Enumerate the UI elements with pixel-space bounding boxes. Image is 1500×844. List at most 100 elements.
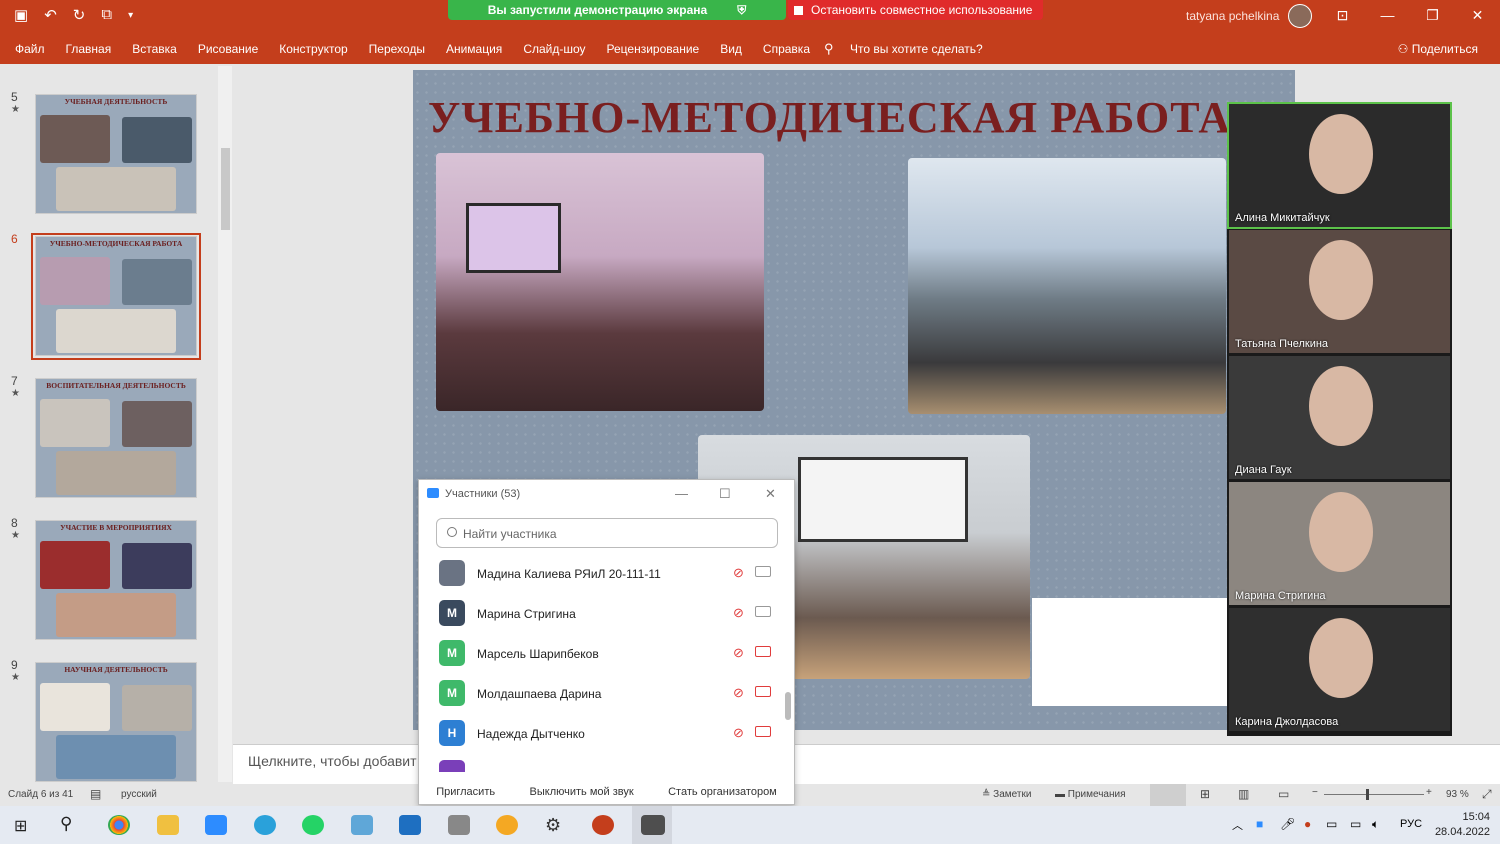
camera-off-icon[interactable] bbox=[755, 726, 771, 737]
participant-row-partial[interactable] bbox=[419, 754, 794, 772]
maximize-icon[interactable]: ☐ bbox=[719, 486, 731, 502]
participant-row[interactable]: Мадина Калиева РЯиЛ 20-111-11 ⊘ bbox=[419, 554, 794, 594]
slide-thumbnail[interactable]: ВОСПИТАТЕЛЬНАЯ ДЕЯТЕЛЬНОСТЬ bbox=[35, 378, 197, 498]
ribbon-tab[interactable]: Главная bbox=[66, 42, 112, 56]
classroom-photo-1[interactable] bbox=[436, 153, 764, 411]
windows-taskbar: ⊞ ⚲ ⚙ ︿ ■ 🎤︎ ● ▭ ▭ 🔈︎ РУС 15:04 28.04.20… bbox=[0, 806, 1500, 844]
ribbon-tab[interactable]: Файл bbox=[15, 42, 45, 56]
ribbon-tab[interactable]: Рисование bbox=[198, 42, 258, 56]
network-icon[interactable]: ▭ bbox=[1326, 817, 1337, 831]
invite-button[interactable]: Пригласить bbox=[436, 786, 495, 798]
clock[interactable]: 15:04 28.04.2022 bbox=[1435, 810, 1490, 840]
yandex-browser-icon[interactable] bbox=[496, 815, 518, 835]
slide-title[interactable]: УЧЕБНО-МЕТОДИЧЕСКАЯ РАБОТА bbox=[428, 92, 1231, 143]
ribbon-display-icon[interactable]: ⊡ bbox=[1320, 0, 1365, 30]
slideshow-icon[interactable]: ▭ bbox=[1278, 787, 1289, 801]
restore-icon[interactable]: ❐ bbox=[1410, 0, 1455, 30]
recording-icon[interactable]: ● bbox=[1304, 817, 1311, 831]
telegram-icon[interactable] bbox=[254, 815, 276, 835]
zoom-out-icon[interactable]: − bbox=[1312, 787, 1318, 798]
thumbnail-photo bbox=[56, 167, 176, 211]
slide-thumbnail[interactable]: НАУЧНАЯ ДЕЯТЕЛЬНОСТЬ bbox=[35, 662, 197, 782]
powerpoint-icon[interactable] bbox=[592, 815, 614, 835]
calculator-icon[interactable] bbox=[448, 815, 470, 835]
stop-sharing-button[interactable]: Остановить совместное использование bbox=[788, 0, 1043, 20]
input-language[interactable]: РУС bbox=[1400, 818, 1422, 830]
participant-scrollbar[interactable] bbox=[785, 692, 791, 720]
monitor-app-icon[interactable] bbox=[399, 815, 421, 835]
participant-row[interactable]: М Молдашпаева Дарина ⊘ bbox=[419, 674, 794, 714]
muted-mic-icon[interactable]: ⊘ bbox=[733, 685, 744, 701]
microphone-icon[interactable]: 🎤︎ bbox=[1280, 817, 1295, 831]
language-indicator[interactable]: русский bbox=[121, 789, 157, 800]
ribbon-tab[interactable]: Слайд-шоу bbox=[523, 42, 585, 56]
slide-thumbnail[interactable]: УЧЕБНАЯ ДЕЯТЕЛЬНОСТЬ bbox=[35, 94, 197, 214]
muted-mic-icon[interactable]: ⊘ bbox=[733, 605, 744, 621]
notes-button[interactable]: ≜ Заметки bbox=[982, 789, 1031, 800]
video-tile[interactable]: Марина Стригина bbox=[1229, 482, 1450, 605]
classroom-photo-2[interactable] bbox=[908, 158, 1226, 414]
chrome-icon[interactable] bbox=[108, 815, 130, 835]
muted-mic-icon[interactable]: ⊘ bbox=[733, 725, 744, 741]
redo-icon[interactable]: ↻ bbox=[73, 6, 86, 24]
ribbon-tab[interactable]: Вставка bbox=[132, 42, 177, 56]
muted-mic-icon[interactable]: ⊘ bbox=[733, 645, 744, 661]
minimize-icon[interactable]: — bbox=[1365, 0, 1410, 30]
video-tile[interactable]: Карина Джолдасова bbox=[1229, 608, 1450, 731]
camera-icon[interactable] bbox=[755, 566, 771, 577]
ribbon-tab[interactable]: Анимация bbox=[446, 42, 502, 56]
camera-icon[interactable] bbox=[755, 606, 771, 617]
ribbon-tab[interactable]: Рецензирование bbox=[607, 42, 700, 56]
whatsapp-icon[interactable] bbox=[302, 815, 324, 835]
zoom-app-icon[interactable] bbox=[205, 815, 227, 835]
avatar[interactable] bbox=[1288, 4, 1312, 28]
participant-row[interactable]: М Марина Стригина ⊘ bbox=[419, 594, 794, 634]
save-icon[interactable]: ▣ bbox=[14, 6, 28, 24]
zoom-in-icon[interactable]: + bbox=[1426, 787, 1432, 798]
present-icon[interactable]: ⧉ bbox=[101, 6, 112, 24]
become-host-button[interactable]: Стать организатором bbox=[668, 786, 777, 798]
undo-icon[interactable]: ↶ bbox=[44, 6, 57, 24]
chevron-up-icon[interactable]: ︿ bbox=[1232, 817, 1243, 833]
zoom-tray-icon[interactable]: ■ bbox=[1256, 817, 1263, 831]
display-icon[interactable]: ▭ bbox=[1350, 817, 1361, 831]
ribbon-tab[interactable]: Переходы bbox=[369, 42, 425, 56]
slide-thumbnail[interactable]: УЧАСТИЕ В МЕРОПРИЯТИЯХ bbox=[35, 520, 197, 640]
participant-row[interactable]: Н Надежда Дытченко ⊘ bbox=[419, 714, 794, 754]
mute-me-button[interactable]: Выключить мой звук bbox=[530, 786, 634, 798]
close-icon[interactable]: ✕ bbox=[765, 486, 776, 502]
muted-mic-icon[interactable]: ⊘ bbox=[733, 565, 744, 581]
zoom-slider[interactable] bbox=[1324, 794, 1424, 795]
windows-start-icon[interactable]: ⊞ bbox=[14, 816, 27, 836]
reading-view-icon[interactable]: ▥ bbox=[1238, 787, 1249, 801]
video-tile[interactable]: Татьяна Пчелкина bbox=[1229, 230, 1450, 353]
ribbon-tab[interactable]: Справка bbox=[763, 42, 810, 56]
thumbnail-number: 7 bbox=[11, 374, 18, 388]
camera-off-icon[interactable] bbox=[755, 646, 771, 657]
comments-button[interactable]: ▬ Примечания bbox=[1055, 789, 1126, 800]
spellcheck-icon[interactable]: ▤ bbox=[90, 787, 101, 801]
ribbon-tab[interactable]: Конструктор bbox=[279, 42, 347, 56]
minimize-icon[interactable]: — bbox=[675, 486, 688, 501]
close-icon[interactable]: ✕ bbox=[1455, 0, 1500, 30]
slide-sorter-icon[interactable]: ⊞ bbox=[1200, 787, 1210, 801]
remote-desktop-icon[interactable] bbox=[351, 815, 373, 835]
settings-icon[interactable]: ⚙ bbox=[545, 815, 567, 835]
video-tile[interactable]: Алина Микитайчук bbox=[1227, 102, 1452, 229]
tell-me-input[interactable]: Что вы хотите сделать? bbox=[850, 42, 983, 56]
video-tile[interactable]: Диана Гаук bbox=[1229, 356, 1450, 479]
thumbnail-scroll-thumb[interactable] bbox=[221, 148, 230, 230]
customize-qat-icon[interactable]: ▾ bbox=[128, 6, 133, 24]
zoom-level[interactable]: 93 % bbox=[1446, 789, 1469, 800]
file-explorer-icon[interactable] bbox=[157, 815, 179, 835]
fit-to-window-icon[interactable]: ⤢ bbox=[1482, 787, 1492, 802]
camera-off-icon[interactable] bbox=[755, 686, 771, 697]
volume-icon[interactable]: 🔈︎ bbox=[1372, 817, 1379, 832]
zoom-slider-thumb[interactable] bbox=[1366, 789, 1369, 800]
ribbon-tab[interactable]: Вид bbox=[720, 42, 742, 56]
search-icon[interactable]: ⚲ bbox=[60, 814, 72, 834]
participant-search-input[interactable]: Найти участника bbox=[436, 518, 778, 548]
share-button[interactable]: ⚇ Поделиться bbox=[1398, 42, 1478, 56]
participant-row[interactable]: М Марсель Шарипбеков ⊘ bbox=[419, 634, 794, 674]
normal-view-button[interactable] bbox=[1150, 784, 1186, 806]
